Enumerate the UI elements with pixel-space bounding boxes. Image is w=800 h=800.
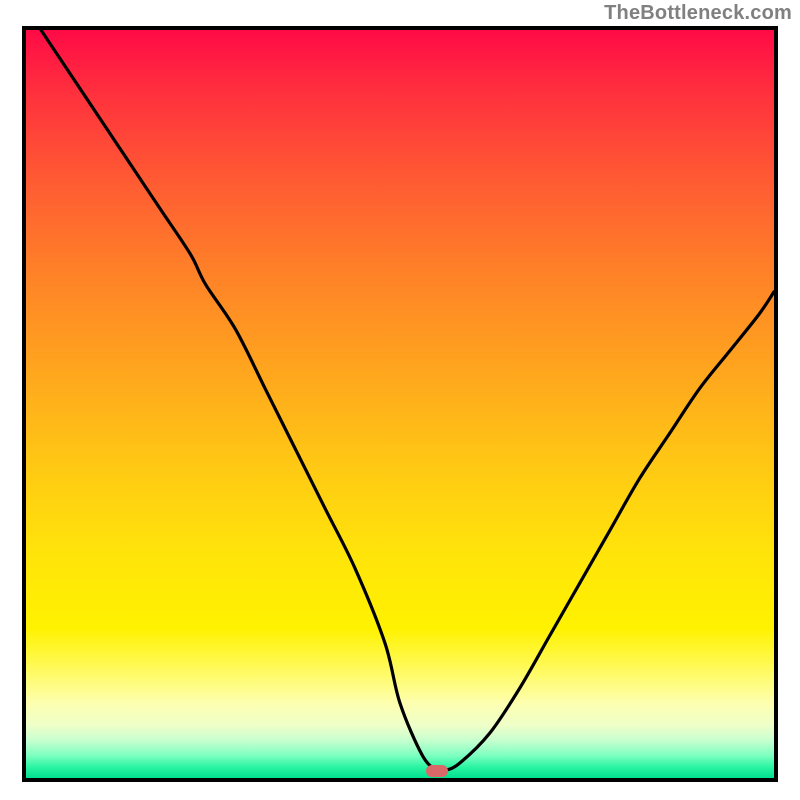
- attribution-label: TheBottleneck.com: [604, 2, 792, 25]
- bottleneck-curve: [26, 30, 774, 778]
- plot-area: [22, 26, 778, 782]
- optimal-point-marker: [426, 765, 448, 777]
- chart-container: TheBottleneck.com: [0, 0, 800, 800]
